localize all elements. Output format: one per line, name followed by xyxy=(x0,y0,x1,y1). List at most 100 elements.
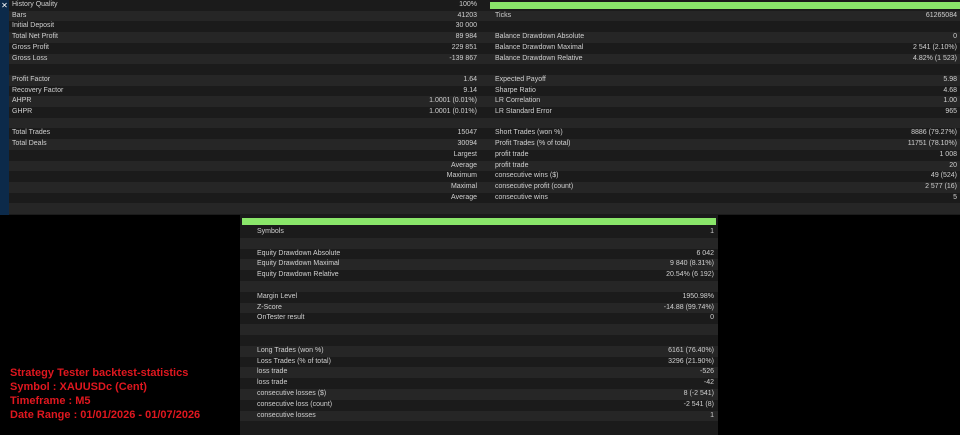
stat-label: Profit Factor xyxy=(12,75,51,83)
stat-label: Total Net Profit xyxy=(12,33,58,41)
stats-row xyxy=(240,281,718,292)
close-icon[interactable]: ✕ xyxy=(0,0,9,11)
stat-label: Margin Level xyxy=(257,292,298,300)
stat-value: Largest xyxy=(453,150,477,158)
side-strip xyxy=(0,0,9,215)
stat-value: -2 541 (8) xyxy=(683,400,714,408)
stat-label: Bars xyxy=(12,11,27,19)
stat-value: -42 xyxy=(703,379,714,387)
stat-label: profit trade xyxy=(495,161,529,169)
stats-row: Equity Drawdown Relative 20.54% (6 192) xyxy=(240,270,718,281)
stat-label: Total Trades xyxy=(12,129,51,137)
quality-bar xyxy=(490,2,960,9)
stat-label: LR Standard Error xyxy=(495,108,552,115)
stat-label: consecutive loss (count) xyxy=(257,400,333,408)
stats-row: History Quality 100% xyxy=(9,0,960,11)
stat-value: 20.54% (6 192) xyxy=(666,271,714,279)
stat-value: 41203 xyxy=(457,11,477,19)
stats-row: Gross Profit 229 851 Balance Drawdown Maxi… xyxy=(9,43,960,54)
stat-label: Loss Trades (% of total) xyxy=(257,357,331,365)
stat-value: 1.64 xyxy=(463,75,477,83)
stats-row: loss trade -42 xyxy=(240,378,718,389)
stat-label: Balance Drawdown Maximal xyxy=(495,43,584,51)
stat-label: loss trade xyxy=(257,379,288,387)
caption: Strategy Tester backtest-statistics Symb… xyxy=(10,366,200,422)
stat-value: 1 xyxy=(710,411,714,419)
stats-row xyxy=(9,64,960,75)
stat-label: Equity Drawdown Relative xyxy=(257,271,339,279)
stat-label: Ticks xyxy=(495,11,512,19)
stats-row: Total Trades 15047 Short Trades (won %) 888… xyxy=(9,128,960,139)
stat-value: Maximal xyxy=(450,182,477,190)
stats-row: Initial Deposit 30 000 xyxy=(9,21,960,32)
stat-value: 1950.98% xyxy=(682,292,714,300)
stat-label: Z-Score xyxy=(257,303,282,311)
stat-value: 20 xyxy=(949,161,957,169)
stats-row: Profit Factor 1.64 Expected Payoff 5.98 xyxy=(9,74,960,86)
stats-row: Symbols 1 xyxy=(240,227,718,238)
stats-row: consecutive loss (count) -2 541 (8) xyxy=(240,400,718,411)
stats-row: Equity Drawdown Absolute 6 042 xyxy=(240,249,718,260)
stat-label: consecutive wins ($) xyxy=(495,172,559,180)
stats-row xyxy=(9,117,960,129)
stat-label: Long Trades (won %) xyxy=(257,346,324,354)
stat-label: Profit Trades (% of total) xyxy=(495,140,571,148)
stat-value: 11751 (78.10%) xyxy=(907,140,957,148)
stat-label: Expected Payoff xyxy=(495,75,546,83)
stat-value: 8 (-2 541) xyxy=(683,390,714,397)
stats-row: Average consecutive wins 5 xyxy=(9,193,960,204)
stat-value: 1.00 xyxy=(943,97,957,105)
stats-row: GHPR 1.0001 (0.01%) LR Standard Error 965 xyxy=(9,107,960,118)
stat-value: Average xyxy=(451,193,477,201)
stat-label: consecutive wins xyxy=(495,193,548,201)
stats-row: Bars 41203 Ticks 61265084 xyxy=(9,10,960,22)
stat-value: 49 (524) xyxy=(930,172,957,180)
stat-value: 0 xyxy=(953,33,957,41)
stat-value: -14.88 (99.74%) xyxy=(663,303,714,311)
stat-label: OnTester result xyxy=(257,314,305,322)
stat-value: 100% xyxy=(459,1,477,8)
stat-label: profit trade xyxy=(495,150,529,158)
stats-row: Gross Loss -139 867 Balance Drawdown Relat… xyxy=(9,53,960,65)
stat-label: Equity Drawdown Absolute xyxy=(257,249,341,257)
stat-value: 1 xyxy=(710,228,714,235)
stats-row xyxy=(9,203,960,214)
stats-panel: ✕ History Quality 100% Bars 41203 Ticks 61265… xyxy=(0,0,960,215)
quality-bar xyxy=(242,218,716,225)
stats-row: loss trade -526 xyxy=(240,367,718,379)
stat-value: 9.14 xyxy=(463,86,477,94)
stats-row: Maximum consecutive wins ($) 49 (524) xyxy=(9,171,960,182)
stat-label: Short Trades (won %) xyxy=(495,129,563,137)
stats-row: consecutive losses 1 xyxy=(240,410,718,422)
stat-label: Balance Drawdown Absolute xyxy=(495,33,585,41)
stat-value: Maximum xyxy=(446,172,477,180)
stat-value: 4.82% (1 523) xyxy=(913,54,957,62)
stats-panel-secondary: Symbols 1 Equity Drawdown Absolute 6 042 Equ… xyxy=(240,215,718,435)
stat-label: LR Correlation xyxy=(495,97,541,105)
stats-row: Average profit trade 20 xyxy=(9,160,960,172)
stat-label: Sharpe Ratio xyxy=(495,86,536,94)
stats-row: consecutive losses ($) 8 (-2 541) xyxy=(240,389,718,400)
stat-value: 61265084 xyxy=(925,11,957,19)
stat-value: 89 984 xyxy=(455,33,477,41)
stat-value: Average xyxy=(451,161,477,169)
stat-value: 1.0001 (0.01%) xyxy=(429,97,477,105)
stats-row: Recovery Factor 9.14 Sharpe Ratio 4.68 xyxy=(9,86,960,97)
stat-label: Initial Deposit xyxy=(12,22,55,30)
caption-symbol: Symbol : XAUUSDc (Cent) xyxy=(10,381,147,393)
stat-label: consecutive losses xyxy=(257,411,316,419)
stat-label: Gross Loss xyxy=(12,54,48,62)
stats-row: Total Deals 30094 Profit Trades (% of tota… xyxy=(9,139,960,150)
stat-value: 1 008 xyxy=(939,150,957,158)
stat-value: 15047 xyxy=(457,129,477,137)
stat-value: 2 577 (16) xyxy=(925,182,957,190)
stats-row: Total Net Profit 89 984 Balance Drawdown A… xyxy=(9,32,960,43)
stats-row: AHPR 1.0001 (0.01%) LR Correlation 1.00 xyxy=(9,96,960,107)
stat-label: consecutive losses ($) xyxy=(257,390,327,397)
stats-row: Long Trades (won %) 6161 (76.40%) xyxy=(240,345,718,357)
stats-row xyxy=(240,237,718,249)
caption-timeframe: Timeframe : M5 xyxy=(10,395,91,407)
stats-row: Equity Drawdown Maximal 9 840 (8.31%) xyxy=(240,259,718,271)
stats-row: Loss Trades (% of total) 3296 (21.90%) xyxy=(240,357,718,368)
stat-value: 1.0001 (0.01%) xyxy=(429,108,477,115)
